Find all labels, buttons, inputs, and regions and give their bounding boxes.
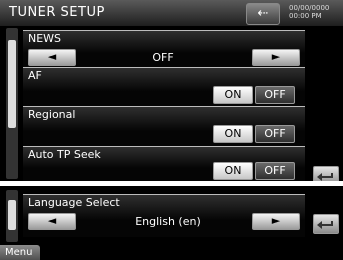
regional-off-button[interactable]: OFF [255,125,295,143]
row-af: AF ON OFF [23,67,305,107]
language-select-label: Language Select [28,196,120,209]
regional-label: Regional [28,108,76,121]
af-label: AF [28,69,42,82]
af-off-button[interactable]: OFF [255,86,295,104]
news-label: NEWS [28,32,62,45]
menu-button[interactable]: Menu [0,245,40,260]
scrollbar-thumb[interactable] [8,40,16,128]
return-button-2[interactable] [313,214,339,234]
regional-on-button[interactable]: ON [213,125,253,143]
back-arrow-icon: ⇠ [257,6,269,21]
news-prev-button[interactable]: ◄ [28,49,76,66]
auto-tp-seek-label: Auto TP Seek [28,148,101,161]
row-regional: Regional ON OFF [23,106,305,147]
auto-tp-seek-on-button[interactable]: ON [213,162,253,180]
row-auto-tp-seek: Auto TP Seek ON OFF [23,146,305,181]
clock: 00/00/0000 00:00 PM [289,4,341,20]
left-arrow-icon: ◄ [47,50,57,63]
return-icon [317,221,333,229]
row-news: NEWS ◄ OFF ► [23,30,305,68]
page-title: TUNER SETUP [9,5,105,20]
scrollbar-thumb-2[interactable] [8,200,16,230]
clock-time: 00:00 PM [289,12,322,20]
title-bar: TUNER SETUP ⇠ 00/00/0000 00:00 PM [0,0,343,26]
tuner-setup-screen: TUNER SETUP ⇠ 00/00/0000 00:00 PM NEWS ◄… [0,0,343,181]
af-on-button[interactable]: ON [213,86,253,104]
news-value: OFF [152,51,174,64]
language-screen: Language Select ◄ English (en) ► Menu [0,186,343,260]
right-arrow-icon: ► [271,50,281,63]
return-button[interactable] [313,166,339,181]
news-next-button[interactable]: ► [252,49,300,66]
clock-date: 00/00/0000 [289,4,330,12]
return-icon [317,173,333,181]
left-arrow-icon: ◄ [47,214,57,227]
auto-tp-seek-off-button[interactable]: OFF [255,162,295,180]
language-next-button[interactable]: ► [252,213,300,230]
language-prev-button[interactable]: ◄ [28,213,76,230]
right-arrow-icon: ► [271,214,281,227]
language-value: English (en) [135,215,201,228]
row-language-select: Language Select ◄ English (en) ► [23,194,305,237]
back-button[interactable]: ⇠ [246,3,280,25]
